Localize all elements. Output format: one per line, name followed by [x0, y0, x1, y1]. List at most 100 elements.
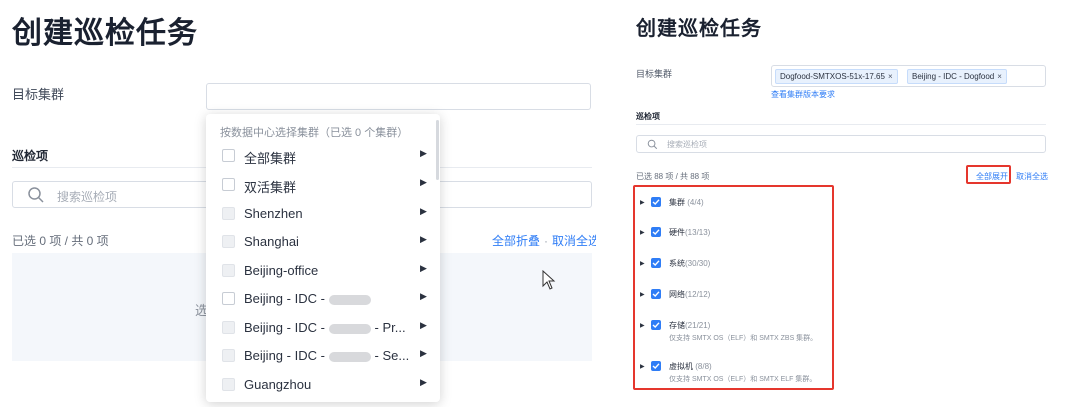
tag-remove-icon[interactable]: × [997, 72, 1002, 81]
item-count: (12/12) [685, 290, 711, 299]
dropdown-item-shanghai[interactable]: Shanghai ▶ [206, 228, 440, 256]
page-title: 创建巡检任务 [636, 16, 762, 40]
dropdown-item-beijing-idc-1[interactable]: Beijing - IDC - ▶ [206, 285, 440, 313]
dropdown-item-shenzhen[interactable]: Shenzhen ▶ [206, 200, 440, 228]
item-name: 网络 [669, 290, 685, 299]
caret-right-icon[interactable]: ▶ [640, 199, 645, 206]
inspection-item-label: 硬件(13/13) [669, 227, 710, 238]
check-icon [652, 260, 660, 266]
checkbox-checked[interactable] [651, 197, 661, 207]
inspection-item-label: 网络(12/12) [669, 289, 710, 300]
caret-right-icon: ▶ [420, 177, 427, 187]
collapse-all-button[interactable]: 全部折叠 [492, 234, 540, 248]
version-requirements-link[interactable]: 查看集群版本要求 [771, 89, 835, 100]
inspection-item-label: 存储(21/21) [669, 320, 710, 331]
check-icon [652, 229, 660, 235]
item-count: (4/4) [687, 198, 704, 207]
selected-count: 已选 88 项 / 共 88 项 [636, 172, 710, 181]
dropdown-item-guangzhou[interactable]: Guangzhou ▶ [206, 371, 440, 399]
check-icon [652, 363, 660, 369]
deselect-all-button[interactable]: 取消全选 [1016, 171, 1048, 182]
checkbox[interactable] [222, 292, 235, 305]
item-name: 虚拟机 [669, 362, 693, 371]
caret-right-icon: ▶ [420, 348, 427, 358]
dropdown-item-label: Beijing - IDC - [244, 320, 325, 335]
dropdown-item-suffix: - Se... [374, 348, 410, 363]
caret-right-icon[interactable]: ▶ [640, 363, 645, 370]
dropdown-item-beijing-idc-3[interactable]: Beijing - IDC - - Se... ▶ [206, 342, 440, 370]
caret-right-icon[interactable]: ▶ [640, 322, 645, 329]
cluster-tag-label: Beijing - IDC - Dogfood [912, 72, 995, 81]
item-count: (30/30) [685, 259, 711, 268]
checkbox-checked[interactable] [651, 227, 661, 237]
dropdown-item-label-wrap: Beijing - IDC - - Pr... [244, 320, 406, 335]
dropdown-item-all-clusters[interactable]: 全部集群 ▶ [206, 142, 440, 170]
cluster-tag: Dogfood-SMTXOS-51x-17.65 × [775, 69, 898, 84]
dropdown-item-beijing-office[interactable]: Beijing-office ▶ [206, 257, 440, 285]
checkbox [222, 321, 235, 334]
dropdown-item-beijing-idc-2[interactable]: Beijing - IDC - - Pr... ▶ [206, 314, 440, 342]
check-icon [652, 199, 660, 205]
search-placeholder: 搜索巡检项 [57, 190, 118, 204]
checkbox [222, 235, 235, 248]
caret-right-icon: ▶ [420, 148, 427, 158]
redacted-text [328, 323, 371, 334]
dropdown-item-label: Shanghai [244, 234, 299, 249]
checkbox-checked[interactable] [651, 320, 661, 330]
caret-right-icon: ▶ [420, 206, 427, 216]
divider [636, 124, 1046, 125]
dropdown-item-label: Beijing - IDC - [244, 348, 325, 363]
dropdown-item-suffix: - Pr... [374, 320, 406, 335]
caret-right-icon[interactable]: ▶ [640, 260, 645, 267]
checkbox[interactable] [222, 149, 235, 162]
left-panel: 创建巡检任务 目标集群 巡检项 搜索巡检项 已选 0 项 / 共 0 项 全部折… [0, 0, 596, 407]
item-name: 系统 [669, 259, 685, 268]
dropdown-item-label: 全部集群 [244, 151, 297, 166]
deselect-all-button[interactable]: 取消全选 [552, 234, 596, 248]
caret-right-icon: ▶ [420, 234, 427, 244]
dropdown-item-label-wrap: Beijing - IDC - - Se... [244, 348, 409, 363]
item-count: (13/13) [685, 228, 711, 237]
dropdown-item-active-active[interactable]: 双活集群 ▶ [206, 171, 440, 199]
cluster-dropdown: 按数据中心选择集群（已选 0 个集群） 全部集群 ▶ 双活集群 ▶ Shenzh… [206, 114, 440, 402]
caret-right-icon: ▶ [420, 320, 427, 330]
search-input[interactable]: 搜索巡检项 [636, 135, 1046, 153]
checkbox[interactable] [222, 178, 235, 191]
caret-right-icon: ▶ [420, 291, 427, 301]
checkbox-checked[interactable] [651, 289, 661, 299]
checkbox [222, 264, 235, 277]
target-cluster-label: 目标集群 [636, 69, 673, 79]
caret-right-icon: ▶ [420, 377, 427, 387]
check-icon [652, 291, 660, 297]
caret-right-icon[interactable]: ▶ [640, 229, 645, 236]
inspection-item-label: 系统(30/30) [669, 258, 710, 269]
inspection-section-title: 巡检项 [12, 149, 49, 163]
expand-all-button[interactable]: 全部展开 [976, 171, 1008, 182]
checkbox-checked[interactable] [651, 361, 661, 371]
inspection-item-label: 集群 (4/4) [669, 197, 704, 208]
dropdown-item-label-wrap: Beijing - IDC - [244, 291, 371, 306]
inspection-item-note: 仅支持 SMTX OS（ELF）和 SMTX ZBS 集群。 [669, 335, 818, 342]
target-cluster-input[interactable] [206, 83, 591, 110]
redacted-text [328, 294, 371, 305]
check-icon [652, 322, 660, 328]
list-actions: 全部折叠 · 取消全选 [492, 232, 596, 249]
cluster-tag: Beijing - IDC - Dogfood × [907, 69, 1007, 84]
search-icon [28, 187, 44, 203]
tag-remove-icon[interactable]: × [888, 72, 893, 81]
page-title: 创建巡检任务 [12, 16, 198, 51]
dropdown-header: 按数据中心选择集群（已选 0 个集群） [220, 127, 409, 139]
inspection-item-note: 仅支持 SMTX OS（ELF）和 SMTX ELF 集群。 [669, 376, 817, 383]
checkbox [222, 378, 235, 391]
target-cluster-input[interactable]: Dogfood-SMTXOS-51x-17.65 × Beijing - IDC … [771, 65, 1046, 87]
separator: · [544, 234, 549, 248]
search-icon [647, 139, 658, 150]
dropdown-item-label: Beijing - IDC - [244, 291, 325, 306]
checkbox [222, 207, 235, 220]
dropdown-item-label: Guangzhou [244, 377, 312, 392]
highlight-box [633, 185, 834, 390]
checkbox-checked[interactable] [651, 258, 661, 268]
caret-right-icon[interactable]: ▶ [640, 291, 645, 298]
item-count: (21/21) [685, 321, 711, 330]
selected-count: 已选 0 项 / 共 0 项 [12, 234, 109, 248]
